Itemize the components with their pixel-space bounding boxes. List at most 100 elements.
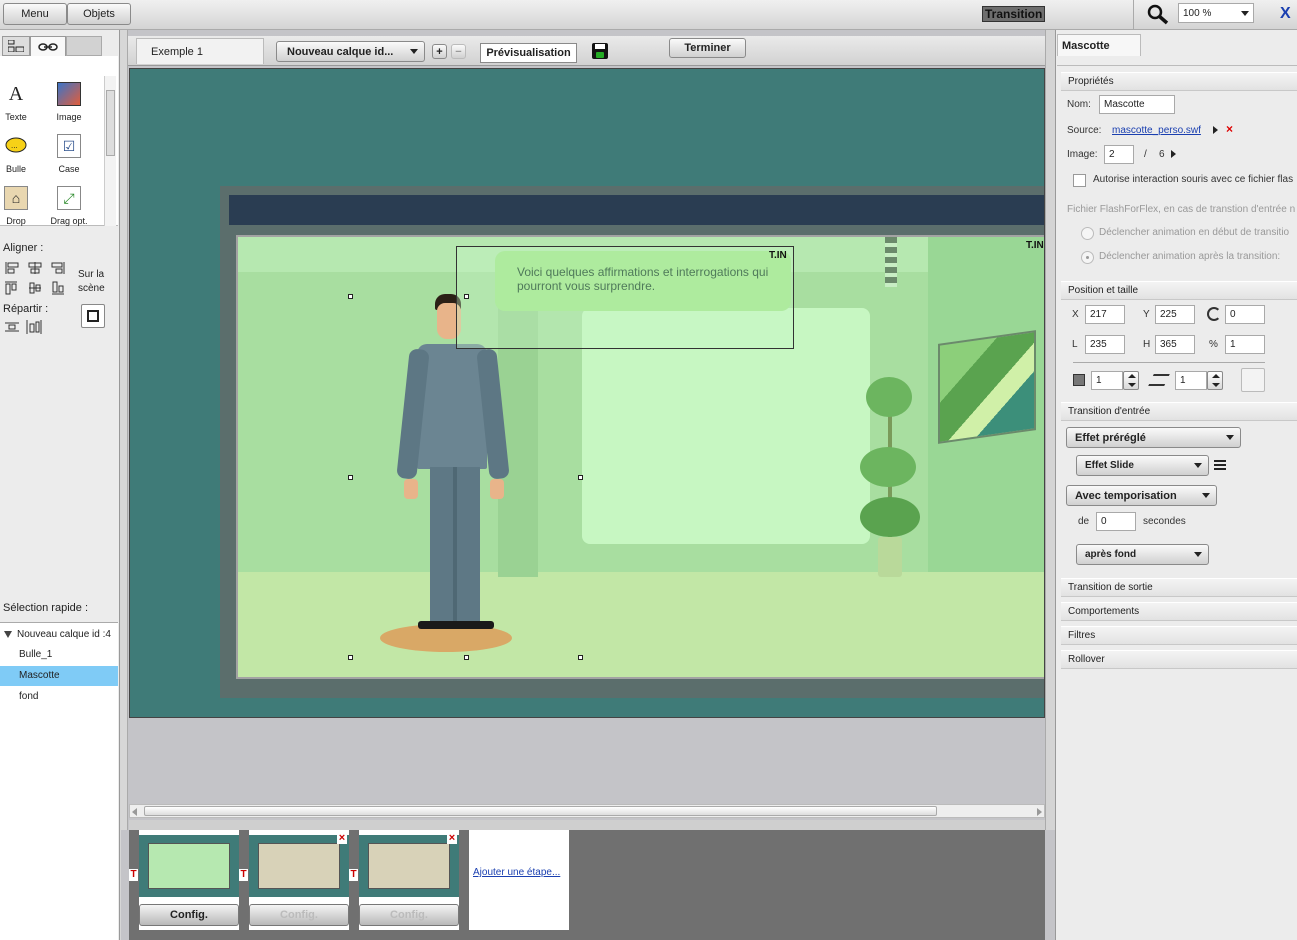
tools-scrollbar[interactable] [104, 76, 116, 226]
config-button[interactable]: Config. [139, 904, 239, 926]
config-button[interactable]: Config. [359, 904, 459, 926]
zoom-select[interactable]: 100 % [1178, 3, 1254, 23]
step-thumbnail [359, 835, 459, 897]
tab-tree[interactable] [2, 36, 30, 56]
preview-button[interactable]: Prévisualisation [480, 43, 577, 63]
depth-input[interactable]: 1 [1091, 371, 1123, 390]
section-filters[interactable]: Filtres [1061, 626, 1297, 645]
on-scene-label[interactable]: Sur la scène [78, 268, 112, 296]
next-frame-icon[interactable] [1171, 150, 1176, 158]
tool-drop[interactable]: ⌂ Drop [0, 184, 32, 232]
layer-order-input[interactable]: 1 [1175, 371, 1207, 390]
scale-input[interactable]: 1 [1225, 335, 1265, 354]
handle-top-left[interactable] [348, 294, 353, 299]
list-options-icon[interactable] [1214, 460, 1226, 470]
speech-bubble[interactable]: Voici quelques affirmations et interroga… [456, 246, 794, 349]
section-position[interactable]: Position et taille [1061, 281, 1297, 300]
config-button[interactable]: Config. [249, 904, 349, 926]
distribute-icons[interactable] [5, 320, 45, 334]
tab-exemple[interactable]: Exemple 1 [136, 38, 264, 64]
list-item-fond[interactable]: fond [0, 689, 118, 708]
scroll-thumb[interactable] [144, 806, 937, 816]
tool-checkbox[interactable]: ☑ Case [44, 132, 94, 180]
horizontal-scrollbar[interactable] [129, 804, 1045, 818]
tab-empty[interactable] [66, 36, 102, 56]
depth-stepper[interactable] [1123, 371, 1139, 390]
fit-scene-icon[interactable] [81, 304, 105, 328]
after-select[interactable]: après fond [1076, 544, 1209, 565]
scroll-left-arrow[interactable] [132, 808, 137, 816]
tool-text[interactable]: A Texte [0, 80, 32, 128]
play-arrow-icon[interactable] [1213, 126, 1218, 134]
resize-icon[interactable] [1241, 368, 1265, 392]
section-transition-in[interactable]: Transition d'entrée [1061, 402, 1297, 421]
x-input[interactable]: 217 [1085, 305, 1125, 324]
timing-select[interactable]: Avec temporisation [1066, 485, 1217, 506]
source-link[interactable]: mascotte_perso.swf [1112, 125, 1201, 136]
text-in-marker-2: T.IN [1026, 240, 1044, 251]
speech-bubble-icon: ... [4, 134, 28, 158]
add-step-link[interactable]: Ajouter une étape... [473, 867, 560, 878]
height-input[interactable]: 365 [1155, 335, 1195, 354]
scroll-right-arrow[interactable] [1037, 808, 1042, 816]
y-input[interactable]: 225 [1155, 305, 1195, 324]
mascot-legs [430, 467, 480, 627]
tool-bubble[interactable]: ... Bulle [0, 132, 32, 180]
plant-icon [860, 377, 920, 577]
layer-order-stepper[interactable] [1207, 371, 1223, 390]
finish-button[interactable]: Terminer [669, 38, 746, 58]
delete-step-icon[interactable]: × [447, 833, 457, 844]
handle-mid-right[interactable] [578, 475, 583, 480]
section-behaviors[interactable]: Comportements [1061, 602, 1297, 621]
step-1[interactable]: Config. [139, 830, 239, 930]
right-splitter[interactable] [1045, 30, 1055, 830]
tab-links[interactable] [30, 36, 66, 56]
radio-after[interactable] [1081, 251, 1094, 264]
section-transition-out[interactable]: Transition de sortie [1061, 578, 1297, 597]
objets-button[interactable]: Objets [67, 3, 131, 25]
save-icon[interactable] [592, 43, 608, 59]
effect-slide-select[interactable]: Effet Slide [1076, 455, 1209, 476]
width-input[interactable]: 235 [1085, 335, 1125, 354]
step-3[interactable]: × Config. [359, 830, 459, 930]
left-splitter[interactable] [121, 30, 128, 830]
delay-input[interactable]: 0 [1096, 512, 1136, 531]
radio-start[interactable] [1081, 227, 1094, 240]
remove-source-icon[interactable]: × [1226, 122, 1233, 136]
scroll-thumb[interactable] [106, 90, 115, 156]
handle-bottom-left[interactable] [348, 655, 353, 660]
layer-select[interactable]: Nouveau calque id... [276, 41, 425, 62]
delete-step-icon[interactable]: × [337, 833, 347, 844]
after-value: après fond [1085, 549, 1137, 560]
step-2[interactable]: × Config. [249, 830, 349, 930]
search-icon[interactable] [1146, 3, 1170, 25]
effect-slide-value: Effet Slide [1085, 460, 1134, 471]
menu-button[interactable]: Menu [3, 3, 67, 25]
close-icon[interactable]: X [1280, 5, 1291, 23]
image-frame-input[interactable]: 2 [1104, 145, 1134, 164]
link-icon [38, 42, 58, 51]
handle-bottom-mid[interactable] [464, 655, 469, 660]
interaction-checkbox[interactable] [1073, 174, 1086, 187]
handle-top-mid[interactable] [464, 294, 469, 299]
list-item-mascotte[interactable]: Mascotte [0, 666, 118, 686]
layer-tree-root[interactable]: Nouveau calque id :4 [4, 627, 118, 641]
transition-marker[interactable]: T [129, 869, 138, 881]
handle-bottom-right[interactable] [578, 655, 583, 660]
transition-marker[interactable]: T [349, 869, 358, 881]
transition-marker[interactable]: T [239, 869, 248, 881]
add-layer-button[interactable]: + [432, 44, 447, 59]
name-input[interactable]: Mascotte [1099, 95, 1175, 114]
handle-mid-left[interactable] [348, 475, 353, 480]
tool-drag-option[interactable]: ⤢ Drag opt. [44, 184, 94, 232]
section-rollover[interactable]: Rollover [1061, 650, 1297, 669]
rotation-input[interactable]: 0 [1225, 305, 1265, 324]
horizontal-splitter[interactable] [129, 820, 1045, 830]
remove-layer-button[interactable]: − [451, 44, 466, 59]
list-item-bulle[interactable]: Bulle_1 [0, 647, 118, 666]
align-icons[interactable] [5, 262, 71, 296]
section-properties[interactable]: Propriétés [1061, 72, 1297, 91]
preset-effect-select[interactable]: Effet préréglé [1066, 427, 1241, 448]
tool-image[interactable]: Image [44, 80, 94, 128]
chevron-down-icon [1194, 463, 1202, 468]
